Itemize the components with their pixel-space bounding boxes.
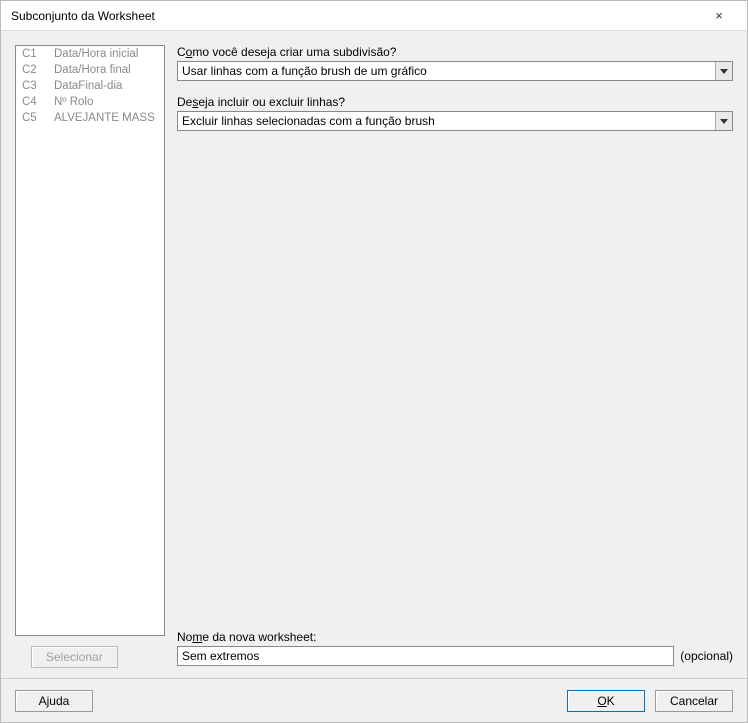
window-title: Subconjunto da Worksheet (11, 9, 699, 23)
spacer (177, 145, 733, 626)
subset-worksheet-dialog: Subconjunto da Worksheet × C1 Data/Hora … (0, 0, 748, 723)
name-field-group: Nome da nova worksheet: (opcional) (177, 630, 733, 666)
name-row: (opcional) (177, 646, 733, 666)
how-label: Como você deseja criar uma subdivisão? (177, 45, 733, 59)
titlebar: Subconjunto da Worksheet × (1, 1, 747, 31)
list-item[interactable]: C2 Data/Hora final (16, 62, 164, 78)
chevron-down-icon (715, 62, 732, 80)
worksheet-name-input[interactable] (177, 646, 674, 666)
main-row: C1 Data/Hora inicial C2 Data/Hora final … (15, 45, 733, 668)
select-button-wrap: Selecionar (15, 646, 165, 668)
optional-label: (opcional) (680, 649, 733, 663)
close-button[interactable]: × (699, 2, 739, 30)
dialog-body: C1 Data/Hora inicial C2 Data/Hora final … (1, 31, 747, 678)
include-field-group: Deseja incluir ou excluir linhas? Exclui… (177, 95, 733, 131)
how-field-group: Como você deseja criar uma subdivisão? U… (177, 45, 733, 81)
ok-button[interactable]: OK (567, 690, 645, 712)
chevron-down-icon (715, 112, 732, 130)
list-item[interactable]: C4 Nº Rolo (16, 94, 164, 110)
how-combobox-value: Usar linhas com a função brush de um grá… (182, 64, 715, 78)
list-item[interactable]: C5 ALVEJANTE MASS (16, 110, 164, 126)
right-column: Como você deseja criar uma subdivisão? U… (177, 45, 733, 668)
how-combobox[interactable]: Usar linhas com a função brush de um grá… (177, 61, 733, 81)
select-button[interactable]: Selecionar (31, 646, 118, 668)
include-label: Deseja incluir ou excluir linhas? (177, 95, 733, 109)
list-item[interactable]: C1 Data/Hora inicial (16, 46, 164, 62)
name-label: Nome da nova worksheet: (177, 630, 733, 644)
cancel-button[interactable]: Cancelar (655, 690, 733, 712)
include-combobox-value: Excluir linhas selecionadas com a função… (182, 114, 715, 128)
list-item[interactable]: C3 DataFinal-dia (16, 78, 164, 94)
left-column: C1 Data/Hora inicial C2 Data/Hora final … (15, 45, 165, 668)
include-combobox[interactable]: Excluir linhas selecionadas com a função… (177, 111, 733, 131)
close-icon: × (715, 8, 723, 23)
dialog-footer: Ajuda OK Cancelar (1, 678, 747, 722)
column-list[interactable]: C1 Data/Hora inicial C2 Data/Hora final … (15, 45, 165, 636)
help-button[interactable]: Ajuda (15, 690, 93, 712)
